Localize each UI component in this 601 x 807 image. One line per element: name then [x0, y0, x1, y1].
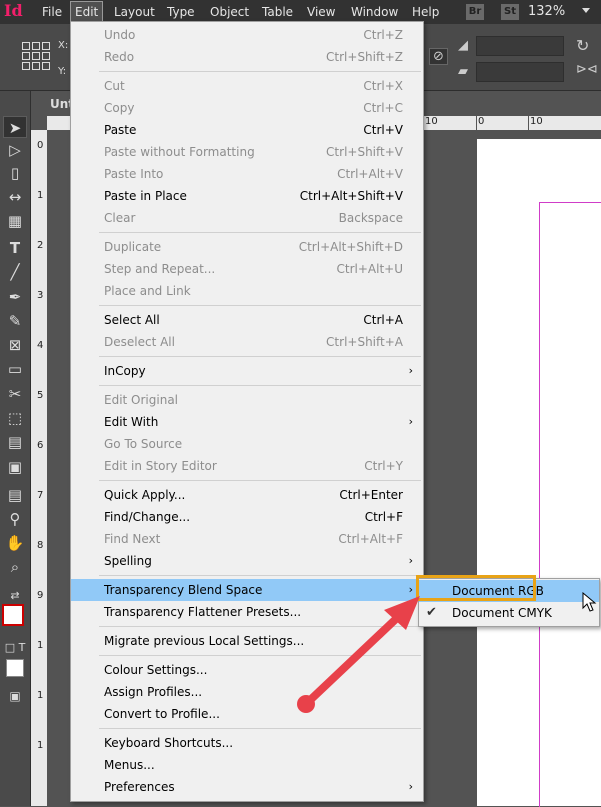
mouse-cursor-icon [582, 592, 597, 612]
callout-arrow [297, 596, 420, 713]
